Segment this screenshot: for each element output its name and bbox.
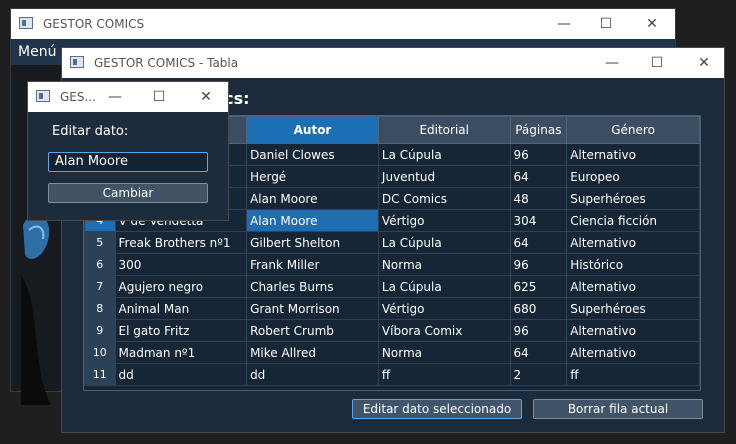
- table-cell-genero[interactable]: Alternativo: [566, 231, 700, 254]
- minimize-icon[interactable]: —: [600, 53, 624, 73]
- column-header-autor[interactable]: Autor: [246, 116, 379, 144]
- edit-titlebar[interactable]: GES... — ☐ ✕: [28, 82, 228, 112]
- table-cell-autor[interactable]: Daniel Clowes: [246, 143, 379, 166]
- table-cell-paginas[interactable]: 625: [509, 275, 568, 298]
- table-cell-genero[interactable]: Europeo: [566, 165, 700, 188]
- row-number[interactable]: 7: [84, 275, 116, 298]
- minimize-icon[interactable]: —: [103, 87, 127, 107]
- table-cell-paginas[interactable]: 64: [509, 165, 568, 188]
- table-window-title: GESTOR COMICS - Tabla: [94, 56, 239, 70]
- table-cell-paginas[interactable]: 96: [509, 319, 568, 342]
- table-row[interactable]: 10 Madman nº1 Mike Allred Norma 64 Alternativ…: [84, 341, 700, 364]
- edit-dialog: GES... — ☐ ✕ Editar dato: Alan Moore Cam…: [27, 81, 229, 221]
- table-cell-titulo[interactable]: Agujero negro: [114, 275, 248, 298]
- table-cell-autor[interactable]: Mike Allred: [246, 341, 379, 364]
- table-cell-paginas[interactable]: 96: [509, 143, 568, 166]
- app-icon: [19, 17, 33, 29]
- edit-value-input[interactable]: Alan Moore: [48, 152, 208, 172]
- minimize-icon[interactable]: —: [552, 14, 576, 34]
- row-number[interactable]: 5: [84, 231, 116, 254]
- table-cell-genero[interactable]: Alternativo: [566, 341, 700, 364]
- table-cell-titulo[interactable]: 300: [114, 253, 248, 276]
- table-row[interactable]: 8 Animal Man Grant Morrison Vértigo 680 Super…: [84, 297, 700, 320]
- table-titlebar[interactable]: GESTOR COMICS - Tabla — ☐ ✕: [62, 48, 724, 78]
- table-cell-editorial[interactable]: Víbora Comix: [377, 319, 511, 342]
- close-icon[interactable]: ✕: [194, 87, 218, 107]
- table-row[interactable]: 5 Freak Brothers nº1 Gilbert Shelton La Cúp…: [84, 231, 700, 254]
- table-cell-titulo[interactable]: Madman nº1: [114, 341, 248, 364]
- column-header-paginas[interactable]: Páginas: [509, 116, 568, 144]
- table-cell-titulo[interactable]: El gato Fritz: [114, 319, 248, 342]
- table-cell-paginas[interactable]: 64: [509, 231, 568, 254]
- table-cell-editorial[interactable]: Juventud: [377, 165, 511, 188]
- edit-window-title: GES...: [60, 90, 96, 104]
- column-header-genero[interactable]: Género: [566, 116, 700, 144]
- table-cell-genero[interactable]: Superhéroes: [566, 297, 700, 320]
- table-row[interactable]: 11 dd dd ff 2 ff: [84, 363, 700, 386]
- table-cell-paginas[interactable]: 64: [509, 341, 568, 364]
- table-cell-autor[interactable]: Hergé: [246, 165, 379, 188]
- edit-label: Editar dato:: [52, 124, 129, 139]
- table-cell-genero[interactable]: Alternativo: [566, 143, 700, 166]
- table-cell-genero[interactable]: Histórico: [566, 253, 700, 276]
- app-icon: [36, 90, 50, 102]
- table-cell-editorial[interactable]: Norma: [377, 341, 511, 364]
- table-cell-paginas[interactable]: 48: [509, 187, 568, 210]
- main-window-title: GESTOR COMICS: [43, 17, 145, 31]
- table-cell-paginas[interactable]: 304: [509, 209, 568, 232]
- row-number[interactable]: 8: [84, 297, 116, 320]
- table-cell-autor[interactable]: Frank Miller: [246, 253, 379, 276]
- row-number[interactable]: 6: [84, 253, 116, 276]
- table-cell-editorial[interactable]: Vértigo: [377, 297, 511, 320]
- table-row[interactable]: 6 300 Frank Miller Norma 96 Histórico: [84, 253, 700, 276]
- close-icon[interactable]: ✕: [640, 14, 664, 34]
- table-cell-paginas[interactable]: 680: [509, 297, 568, 320]
- maximize-icon[interactable]: ☐: [645, 53, 669, 73]
- table-cell-editorial[interactable]: Vértigo: [377, 209, 511, 232]
- table-cell-autor[interactable]: dd: [246, 363, 379, 386]
- table-cell-titulo[interactable]: dd: [114, 363, 248, 386]
- table-row[interactable]: 9 El gato Fritz Robert Crumb Víbora Comix 96…: [84, 319, 700, 342]
- row-number[interactable]: 10: [84, 341, 116, 364]
- table-cell-editorial[interactable]: La Cúpula: [377, 231, 511, 254]
- table-cell-genero[interactable]: Ciencia ficción: [566, 209, 700, 232]
- maximize-icon[interactable]: ☐: [594, 14, 618, 34]
- row-number[interactable]: 9: [84, 319, 116, 342]
- table-cell-editorial[interactable]: ff: [377, 363, 511, 386]
- table-cell-autor[interactable]: Charles Burns: [246, 275, 379, 298]
- table-cell-genero[interactable]: Alternativo: [566, 275, 700, 298]
- table-cell-editorial[interactable]: La Cúpula: [377, 143, 511, 166]
- table-cell-autor[interactable]: Alan Moore: [246, 209, 379, 232]
- edit-selected-button[interactable]: Editar dato seleccionado: [352, 399, 522, 419]
- table-cell-titulo[interactable]: Freak Brothers nº1: [114, 231, 248, 254]
- table-row[interactable]: 7 Agujero negro Charles Burns La Cúpula 625 A…: [84, 275, 700, 298]
- column-header-editorial[interactable]: Editorial: [377, 116, 511, 144]
- table-cell-titulo[interactable]: Animal Man: [114, 297, 248, 320]
- table-cell-paginas[interactable]: 96: [509, 253, 568, 276]
- main-titlebar[interactable]: GESTOR COMICS — ☐ ✕: [11, 9, 675, 39]
- close-icon[interactable]: ✕: [692, 53, 716, 73]
- change-button[interactable]: Cambiar: [48, 183, 208, 203]
- table-cell-editorial[interactable]: DC Comics: [377, 187, 511, 210]
- table-cell-genero[interactable]: Alternativo: [566, 319, 700, 342]
- table-cell-autor[interactable]: Alan Moore: [246, 187, 379, 210]
- table-cell-editorial[interactable]: La Cúpula: [377, 275, 511, 298]
- table-cell-autor[interactable]: Grant Morrison: [246, 297, 379, 320]
- table-cell-genero[interactable]: Superhéroes: [566, 187, 700, 210]
- app-icon: [70, 56, 84, 68]
- table-cell-editorial[interactable]: Norma: [377, 253, 511, 276]
- delete-row-button[interactable]: Borrar fila actual: [533, 399, 703, 419]
- maximize-icon[interactable]: ☐: [147, 87, 171, 107]
- table-cell-autor[interactable]: Gilbert Shelton: [246, 231, 379, 254]
- row-number[interactable]: 11: [84, 363, 116, 386]
- table-cell-autor[interactable]: Robert Crumb: [246, 319, 379, 342]
- table-cell-paginas[interactable]: 2: [509, 363, 568, 386]
- table-cell-genero[interactable]: ff: [566, 363, 700, 386]
